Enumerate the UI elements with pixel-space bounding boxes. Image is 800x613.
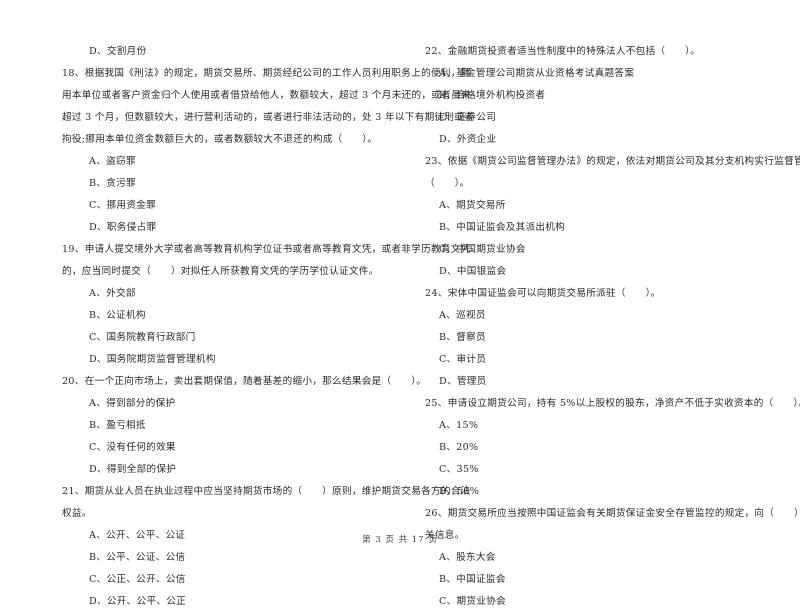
question-text: 25、申请设立期货公司，持有 5%以上股权的股东，净资产不低于实收资本的（ ）。 bbox=[425, 398, 800, 409]
option-text: C、35% bbox=[439, 464, 479, 475]
option-text: B、公证机构 bbox=[89, 310, 146, 321]
option-text: C、审计员 bbox=[439, 354, 487, 365]
option-text: C、国务院教育行政部门 bbox=[89, 332, 196, 343]
option-text: D、50% bbox=[439, 486, 480, 497]
option-text: C、公正、公开、公信 bbox=[89, 574, 186, 585]
question-text: 权益。 bbox=[62, 508, 92, 519]
option-text: D、国务院期货监督管理机构 bbox=[89, 354, 216, 365]
option-text: D、得到全部的保护 bbox=[89, 464, 177, 475]
option-text: B、盈亏相抵 bbox=[89, 420, 146, 431]
question-21: 21、期货从业人员在执业过程中应当坚持期货市场的（ ）原则，维护期货交易各方的合… bbox=[62, 481, 471, 613]
question-text: 20、在一个正向市场上，卖出套期保值，随着基差的缩小，那么结果会是（ ）。 bbox=[62, 376, 427, 387]
question-text: 26、期货交易所应当按照中国证监会有关期货保证金安全存管监控的规定，向（ ）报送… bbox=[425, 508, 800, 519]
option-text: B、公平、公证、公信 bbox=[89, 552, 186, 563]
question-text: 拘役;挪用本单位资金数额巨大的，或者数额较大不退还的构成（ ）。 bbox=[62, 134, 378, 145]
question-text: 的，应当同时提交（ ）对拟任人所获教育文凭的学历学位认证文件。 bbox=[62, 266, 379, 277]
question-24: 24、宋体中国证监会可以向期货交易所派驻（ ）。 A、巡视员 B、督察员 C、审… bbox=[425, 283, 770, 393]
question-25: 25、申请设立期货公司，持有 5%以上股权的股东，净资产不低于实收资本的（ ）。… bbox=[425, 393, 800, 503]
option-text: D、职务侵占罪 bbox=[89, 222, 157, 233]
option-text: B、20% bbox=[439, 442, 479, 453]
option-text: A、股东大会 bbox=[439, 552, 496, 563]
left-column: D、交割月份 18、根据我国《刑法》的规定，期货交易所、期货经纪公司的工作人员利… bbox=[62, 41, 475, 613]
question-23: 23、依据《期货公司监督管理办法》的规定，依法对期货公司及其分支机构实行监督管理… bbox=[425, 151, 800, 283]
question-19: 19、申请人提交境外大学或者高等教育机构学位证书或者高等教育文凭，或者非学历教育… bbox=[62, 239, 471, 371]
question-18: 18、根据我国《刑法》的规定，期货交易所、期货经纪公司的工作人员利用职务上的便利… bbox=[62, 63, 475, 239]
option-text: B、督察员 bbox=[439, 332, 486, 343]
question-text: 22、金融期货投资者适当性制度中的特殊法人不包括（ ）。 bbox=[425, 46, 701, 57]
question-text: 24、宋体中国证监会可以向期货交易所派驻（ ）。 bbox=[425, 288, 661, 299]
question-text: 18、根据我国《刑法》的规定，期货交易所、期货经纪公司的工作人员利用职务上的便利… bbox=[62, 68, 471, 79]
question-20: 20、在一个正向市场上，卖出套期保值，随着基差的缩小，那么结果会是（ ）。 A、… bbox=[62, 371, 427, 481]
option-text: A、得到部分的保护 bbox=[89, 398, 176, 409]
option-text: B、合格境外机构投资者 bbox=[439, 90, 546, 101]
question-text: 19、申请人提交境外大学或者高等教育机构学位证书或者高等教育文凭，或者非学历教育… bbox=[62, 244, 471, 255]
option-text: C、没有任何的效果 bbox=[89, 442, 176, 453]
option-text: C、中国期货业协会 bbox=[439, 244, 526, 255]
option-text: C、期货业协会 bbox=[439, 596, 507, 607]
option-text: B、贪污罪 bbox=[89, 178, 136, 189]
question-22: 22、金融期货投资者适当性制度中的特殊法人不包括（ ）。 A、基金管理公司期货从… bbox=[425, 41, 770, 151]
option-text: D、外资企业 bbox=[439, 134, 497, 145]
option-text: D、交割月份 bbox=[89, 46, 147, 57]
question-text: 用本单位或者客户资金归个人使用或者借贷给他人，数额较大，超过 3 个月未还的，或… bbox=[62, 90, 471, 101]
question-26: 26、期货交易所应当按照中国证监会有关期货保证金安全存管监控的规定，向（ ）报送… bbox=[425, 503, 800, 613]
option-text: C、证券公司 bbox=[439, 112, 497, 123]
option-text: A、15% bbox=[439, 420, 479, 431]
right-column: 22、金融期货投资者适当性制度中的特殊法人不包括（ ）。 A、基金管理公司期货从… bbox=[425, 41, 800, 613]
page-number: 第 3 页 共 17 页 bbox=[362, 535, 438, 545]
option-text: A、外交部 bbox=[89, 288, 136, 299]
option-text: D、管理员 bbox=[439, 376, 487, 387]
option-text: A、期货交易所 bbox=[439, 200, 506, 211]
option-text: B、中国证监会及其派出机构 bbox=[439, 222, 566, 233]
question-text: 21、期货从业人员在执业过程中应当坚持期货市场的（ ）原则，维护期货交易各方的合… bbox=[62, 486, 471, 497]
question-text: 超过 3 个月，但数额较大，进行营利活动的，或者进行非法活动的，处 3 年以下有… bbox=[62, 112, 475, 123]
option-text: A、巡视员 bbox=[439, 310, 486, 321]
question-text: （ ）。 bbox=[425, 178, 470, 189]
question-text: 23、依据《期货公司监督管理办法》的规定，依法对期货公司及其分支机构实行监督管理… bbox=[425, 156, 800, 167]
option-text: D、中国银监会 bbox=[439, 266, 507, 277]
option-text: A、盗窃罪 bbox=[89, 156, 136, 167]
option-text: A、基金管理公司期货从业资格考试真题答案 bbox=[439, 68, 635, 79]
option-text: C、挪用资金罪 bbox=[89, 200, 157, 211]
option-text: D、公开、公平、公正 bbox=[89, 596, 187, 607]
option-text: B、中国证监会 bbox=[439, 574, 506, 585]
